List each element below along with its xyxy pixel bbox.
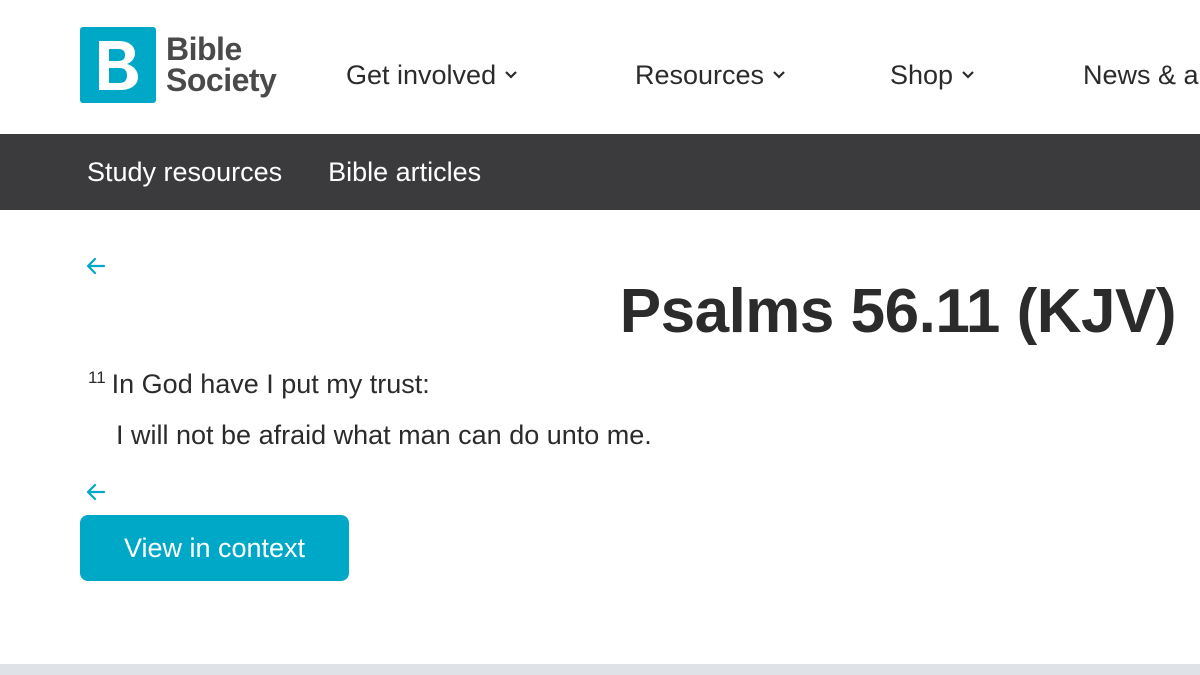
logo-wordmark: Bible Society — [166, 31, 277, 98]
site-header: Bible Society Get involved Resources Sho… — [0, 0, 1200, 134]
nav-news-label: News & a — [1083, 59, 1199, 90]
nav-resources[interactable]: Resources — [635, 55, 890, 95]
logo-line-1: Bible — [166, 31, 242, 67]
logo-line-2: Society — [166, 62, 277, 98]
nav-shop-label: Shop — [890, 59, 954, 90]
arrow-left-icon[interactable] — [84, 254, 108, 278]
subnav-bible-articles[interactable]: Bible articles — [328, 157, 481, 188]
verse-line-1-text: In God have I put my trust: — [111, 369, 430, 399]
chevron-down-icon — [772, 70, 786, 80]
chevron-down-icon — [961, 70, 975, 80]
chevron-down-icon — [504, 70, 518, 80]
subnav-study-resources[interactable]: Study resources — [87, 157, 282, 188]
nav-shop[interactable]: Shop — [890, 55, 1083, 95]
bible-society-logo[interactable]: Bible Society — [80, 27, 277, 103]
arrow-left-icon[interactable] — [84, 480, 108, 504]
nav-get-involved[interactable]: Get involved — [346, 55, 635, 95]
nav-news[interactable]: News & a — [1083, 55, 1200, 95]
sub-nav: Study resources Bible articles — [0, 134, 1200, 210]
verse-line-2: I will not be afraid what man can do unt… — [116, 420, 652, 450]
page-title: Psalms 56.11 (KJV) — [619, 277, 1177, 346]
view-in-context-button[interactable]: View in context — [80, 515, 349, 581]
footer-strip — [0, 664, 1200, 675]
main-nav: Get involved Resources Shop News & a — [346, 55, 1200, 95]
verse-number: 11 — [88, 368, 106, 387]
bible-society-b-icon — [80, 27, 156, 103]
nav-resources-label: Resources — [635, 59, 765, 90]
verse-line-1: 11 In God have I put my trust: — [88, 368, 430, 400]
nav-get-involved-label: Get involved — [346, 59, 497, 90]
